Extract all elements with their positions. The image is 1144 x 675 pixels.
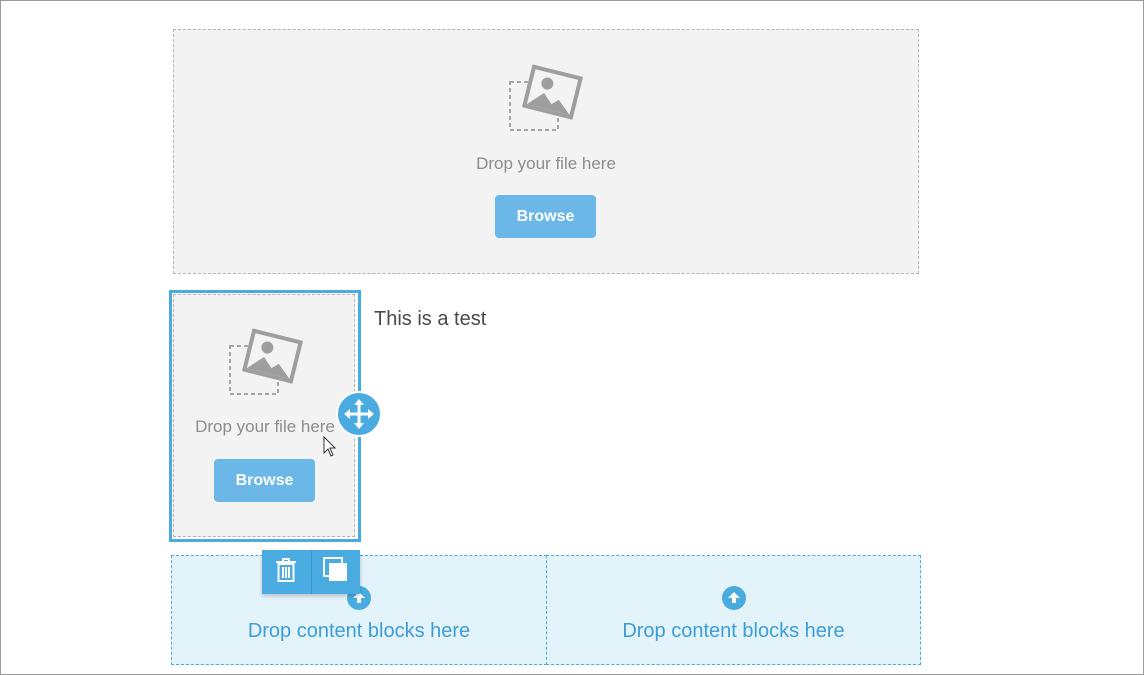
drop-zone-label: Drop content blocks here <box>622 620 845 642</box>
trash-icon <box>275 557 297 587</box>
text-block[interactable]: This is a test <box>374 308 486 331</box>
duplicate-icon <box>322 556 349 588</box>
browse-button[interactable]: Browse <box>214 459 315 502</box>
browse-button[interactable]: Browse <box>495 195 596 238</box>
upload-arrow-icon <box>721 586 746 610</box>
editor-canvas: Drop your file here Browse Drop your fil… <box>0 0 1144 675</box>
delete-button[interactable] <box>262 550 311 594</box>
image-placeholder-block[interactable]: Drop your file here Browse <box>173 29 919 274</box>
drop-file-text: Drop your file here <box>195 417 335 436</box>
drop-zone-right[interactable]: Drop content blocks here <box>546 555 921 665</box>
mouse-cursor-icon <box>323 435 337 463</box>
drop-zone-label: Drop content blocks here <box>247 620 471 642</box>
selected-image-placeholder-block[interactable]: Drop your file here Browse <box>173 294 355 537</box>
move-handle-icon[interactable] <box>336 391 382 437</box>
image-placeholder-icon <box>228 328 304 403</box>
duplicate-button[interactable] <box>310 550 361 594</box>
block-toolbar <box>262 550 360 594</box>
image-placeholder-icon <box>508 64 584 139</box>
drop-file-text: Drop your file here <box>476 154 616 173</box>
